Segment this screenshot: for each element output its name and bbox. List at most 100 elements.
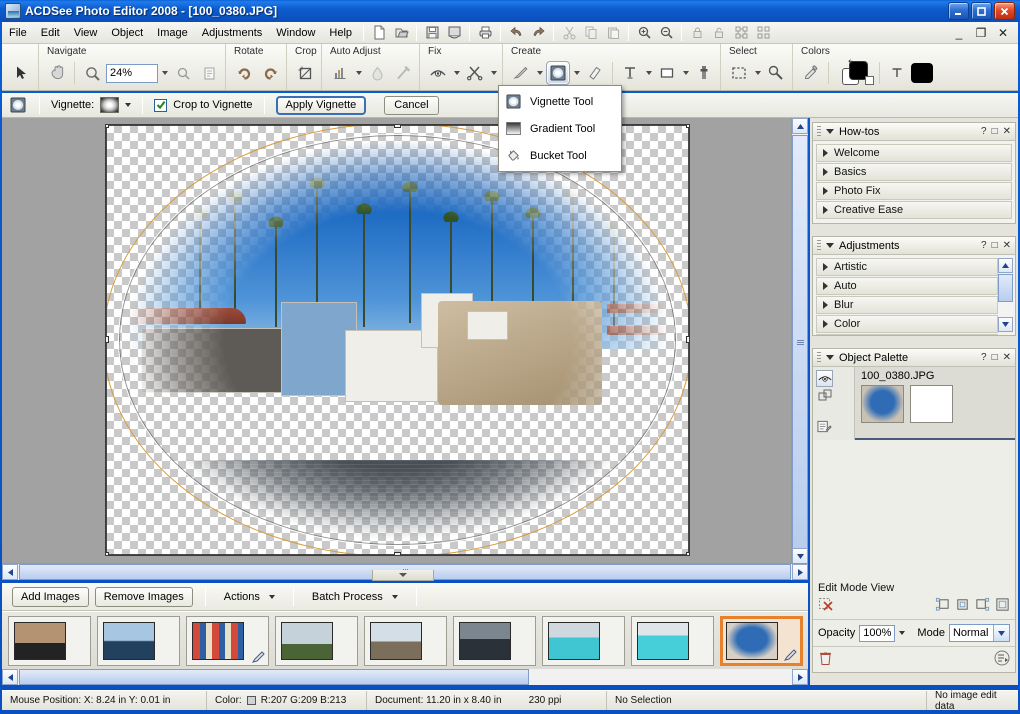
vignette-tool[interactable] xyxy=(546,61,570,85)
pan-tool[interactable] xyxy=(45,61,69,85)
canvas-workspace[interactable] xyxy=(2,118,808,580)
redo-icon[interactable] xyxy=(527,23,549,43)
thumbnail-item-9-selected[interactable] xyxy=(720,616,803,666)
apply-vignette-button[interactable]: Apply Vignette xyxy=(276,96,367,115)
menu-adjustments[interactable]: Adjustments xyxy=(195,22,270,43)
fix-eye-dropdown-icon[interactable] xyxy=(452,61,461,85)
thumbnail-item-3[interactable] xyxy=(186,616,269,666)
handle-bottom-left[interactable] xyxy=(105,552,109,556)
menuitem-bucket-tool[interactable]: Bucket Tool xyxy=(499,142,621,169)
panel-help-button[interactable]: ? xyxy=(981,353,987,363)
howtos-item-welcome[interactable]: Welcome xyxy=(816,144,1012,162)
thumbnail-item-4[interactable] xyxy=(275,616,358,666)
brush-dropdown-icon[interactable] xyxy=(535,61,544,85)
rectangle-icon[interactable] xyxy=(655,61,679,85)
minimize-button[interactable] xyxy=(948,2,969,20)
handle-top-right[interactable] xyxy=(686,124,690,128)
open-icon[interactable] xyxy=(390,23,412,43)
collapse-triangle-icon[interactable] xyxy=(826,129,834,134)
menu-image[interactable]: Image xyxy=(150,22,195,43)
rotate-cw-icon[interactable] xyxy=(232,61,256,85)
rotate-ccw-icon[interactable] xyxy=(258,61,282,85)
new-icon[interactable] xyxy=(368,23,390,43)
filmstrip-scroll-right-button[interactable] xyxy=(792,669,808,685)
image-canvas[interactable] xyxy=(105,124,690,556)
brush-icon[interactable] xyxy=(509,61,533,85)
canvas-vertical-scrollbar[interactable] xyxy=(791,118,808,580)
menu-edit[interactable]: Edit xyxy=(34,22,67,43)
menu-window[interactable]: Window xyxy=(269,22,322,43)
collapse-triangle-icon[interactable] xyxy=(826,355,834,360)
filmstrip-scrollbar[interactable] xyxy=(2,669,808,685)
close-button[interactable] xyxy=(994,2,1015,20)
text-dropdown-icon[interactable] xyxy=(644,61,653,85)
save-icon[interactable] xyxy=(421,23,443,43)
howtos-item-creative-ease[interactable]: Creative Ease xyxy=(816,201,1012,219)
child-minimize-button[interactable]: _ xyxy=(952,27,966,39)
adjustments-scroll-thumb[interactable] xyxy=(998,274,1013,302)
howtos-item-basics[interactable]: Basics xyxy=(816,163,1012,181)
opacity-dropdown-icon[interactable] xyxy=(899,631,905,635)
select-dropdown-icon[interactable] xyxy=(753,61,762,85)
actual-size-icon[interactable] xyxy=(197,61,221,85)
thumbnail-item-6[interactable] xyxy=(453,616,536,666)
panel-maximize-button[interactable]: □ xyxy=(992,127,998,137)
link-objects-icon[interactable] xyxy=(816,388,833,405)
adjustments-scrollbar[interactable] xyxy=(998,258,1013,332)
eye-icon[interactable] xyxy=(426,61,450,85)
panel-grip-icon[interactable] xyxy=(817,126,821,138)
zoom-in-icon[interactable] xyxy=(633,23,655,43)
zoom-fit-icon[interactable] xyxy=(171,61,195,85)
scroll-left-button[interactable] xyxy=(2,564,18,580)
panel-close-button[interactable]: ✕ xyxy=(1003,353,1011,363)
scissors-icon[interactable] xyxy=(463,61,487,85)
object-entry[interactable]: 100_0380.JPG xyxy=(855,367,1015,440)
collapse-triangle-icon[interactable] xyxy=(826,243,834,248)
remove-images-button[interactable]: Remove Images xyxy=(95,587,193,607)
shape-dropdown-icon[interactable] xyxy=(681,61,690,85)
opacity-input[interactable]: 100% xyxy=(859,625,895,642)
histogram-icon[interactable] xyxy=(328,61,352,85)
adjustments-item-detail[interactable]: Detail xyxy=(816,334,998,335)
color-swatches[interactable]: ↰ xyxy=(834,59,874,87)
scroll-up-button[interactable] xyxy=(792,118,808,134)
thumbnail-item-7[interactable] xyxy=(542,616,625,666)
menu-help[interactable]: Help xyxy=(322,22,359,43)
adjustments-scroll-up-button[interactable] xyxy=(998,258,1013,273)
adjustments-item-artistic[interactable]: Artistic xyxy=(816,258,998,276)
maximize-button[interactable] xyxy=(971,2,992,20)
adjustments-item-color[interactable]: Color xyxy=(816,315,998,333)
panel-maximize-button[interactable]: □ xyxy=(992,353,998,363)
zoom-dropdown-icon[interactable] xyxy=(160,61,169,85)
child-close-button[interactable]: ✕ xyxy=(996,27,1010,39)
panel-help-button[interactable]: ? xyxy=(981,241,987,251)
text-color-swatch[interactable] xyxy=(911,63,933,83)
filmstrip[interactable] xyxy=(2,611,808,669)
menuitem-vignette-tool[interactable]: Vignette Tool xyxy=(499,88,621,115)
handle-bottom-center[interactable] xyxy=(394,552,401,556)
panel-maximize-button[interactable]: □ xyxy=(992,241,998,251)
handle-bottom-right[interactable] xyxy=(686,552,690,556)
cancel-button[interactable]: Cancel xyxy=(384,96,438,115)
align-center-icon[interactable] xyxy=(955,597,970,615)
panel-grip-icon[interactable] xyxy=(817,352,821,364)
marquee-icon[interactable] xyxy=(727,61,751,85)
align-right-icon[interactable] xyxy=(975,597,990,615)
vertical-scroll-thumb[interactable] xyxy=(792,135,808,550)
object-mask-thumbnail[interactable] xyxy=(910,385,953,423)
vignette-preset-swatch[interactable] xyxy=(100,97,119,113)
trash-icon[interactable] xyxy=(818,650,833,669)
remove-selection-icon[interactable] xyxy=(818,596,834,615)
child-restore-button[interactable]: ❐ xyxy=(974,27,988,39)
thumbnail-item-5[interactable] xyxy=(364,616,447,666)
text-icon[interactable] xyxy=(618,61,642,85)
thumbnail-item-1[interactable] xyxy=(8,616,91,666)
vignette-preset-dropdown-icon[interactable] xyxy=(125,103,131,107)
magic-wand-icon[interactable] xyxy=(764,61,788,85)
undo-icon[interactable] xyxy=(505,23,527,43)
filmstrip-splitter-handle[interactable] xyxy=(372,570,434,581)
menu-view[interactable]: View xyxy=(67,22,105,43)
zoom-input[interactable]: 24% xyxy=(106,64,158,83)
zoom-tool[interactable] xyxy=(80,61,104,85)
crop-to-vignette-checkbox[interactable] xyxy=(154,99,167,112)
